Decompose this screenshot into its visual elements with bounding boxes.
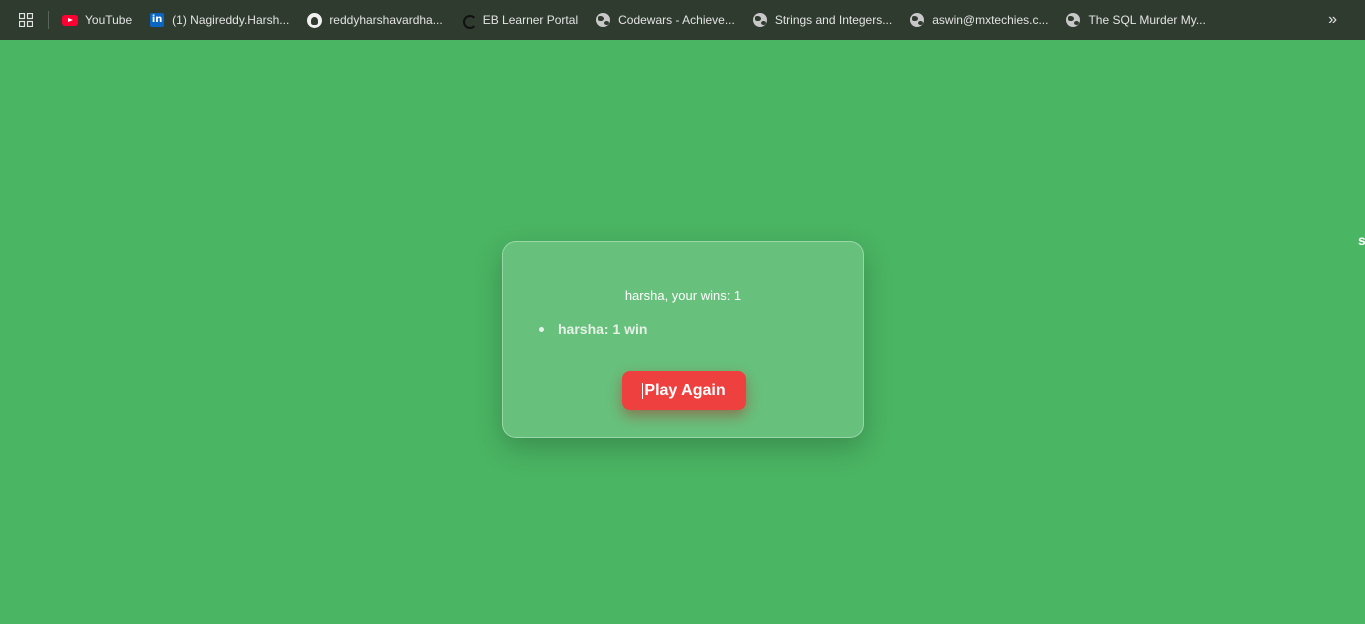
text-cursor [642,382,644,399]
bookmark-aswin-mxtechies[interactable]: aswin@mxtechies.c... [909,12,1048,28]
bookmarks-overflow-icon[interactable]: » [1328,11,1337,29]
globe-icon [752,12,768,28]
globe-icon [595,12,611,28]
leaderboard-entry-text: harsha: 1 win [558,321,648,337]
bullet-icon [539,326,544,332]
play-again-label: Play Again [644,381,726,399]
linkedin-icon: in [150,13,165,27]
bookmark-strings-integers[interactable]: Strings and Integers... [752,12,892,28]
globe-icon [1065,12,1081,28]
bookmark-label: Codewars - Achieve... [618,13,735,27]
bookmarks-divider [48,11,49,29]
bookmark-label: YouTube [85,13,133,27]
github-icon [306,12,322,28]
bookmark-label: aswin@mxtechies.c... [932,13,1049,27]
bookmark-eb-learner-portal[interactable]: EB Learner Portal [460,12,579,29]
result-card: harsha, your wins: 1 harsha: 1 win Play … [502,241,864,438]
bookmark-label: EB Learner Portal [482,13,579,27]
bookmark-label: reddyharshavardha... [329,13,443,27]
play-again-button[interactable]: Play Again [622,371,746,410]
wins-message: harsha, your wins: 1 [624,288,742,303]
eb-icon [460,12,477,29]
bookmark-label: Strings and Integers... [774,13,893,27]
bookmark-github[interactable]: reddyharshavardha... [306,12,443,28]
apps-grid-icon[interactable] [17,11,35,29]
bookmarks-bar: YouTube in (1) Nagireddy.Harsh... reddyh… [0,0,1365,40]
globe-icon [909,12,925,28]
leaderboard-list: harsha: 1 win [539,321,647,337]
youtube-icon [62,12,78,28]
bookmark-codewars[interactable]: Codewars - Achieve... [595,12,735,28]
bookmark-label: The SQL Murder My... [1088,13,1206,27]
bookmark-youtube[interactable]: YouTube [62,12,132,28]
leaderboard-entry: harsha: 1 win [539,321,647,337]
bookmark-sql-murder[interactable]: The SQL Murder My... [1065,12,1206,28]
bookmark-label: (1) Nagireddy.Harsh... [172,13,290,27]
clipped-edge-text: s [1358,232,1365,248]
bookmark-linkedin[interactable]: in (1) Nagireddy.Harsh... [149,12,289,28]
